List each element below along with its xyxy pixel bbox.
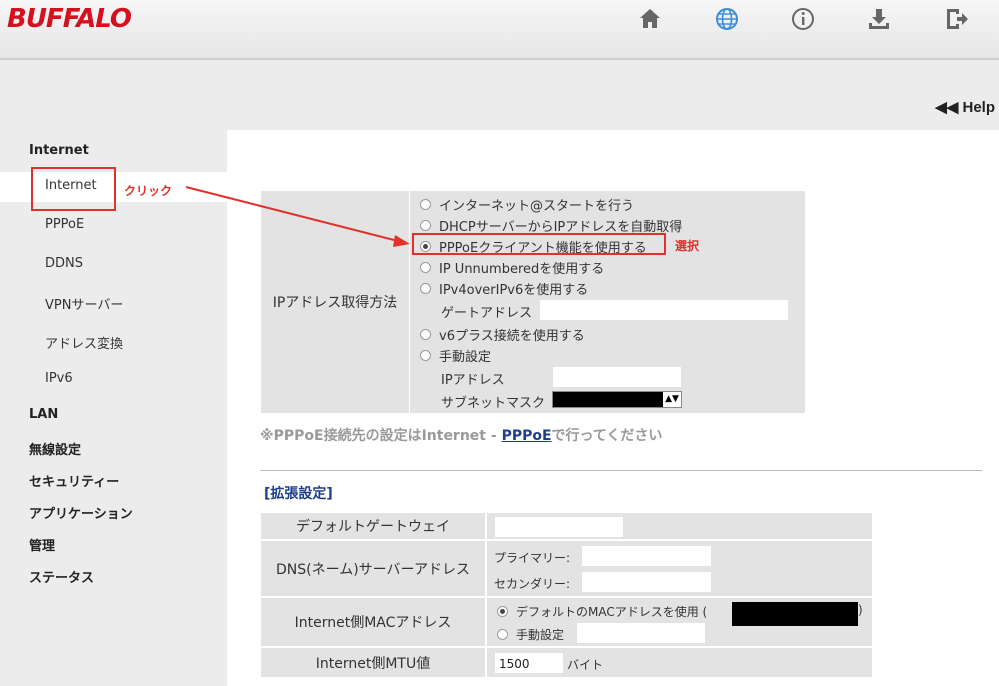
- dns-secondary-label: セカンダリー:: [494, 577, 571, 591]
- radio-manual[interactable]: [420, 350, 431, 361]
- ip-address-label: IPアドレス: [441, 373, 505, 388]
- option-ip-unnumbered[interactable]: IP Unnumberedを使用する: [420, 258, 604, 277]
- radio-ip-unnumbered[interactable]: [420, 262, 431, 273]
- option-mac-manual[interactable]: 手動設定: [497, 626, 564, 643]
- radio-mac-manual[interactable]: [497, 629, 508, 640]
- sidebar-item-ddns[interactable]: DDNS: [45, 256, 83, 271]
- click-highlight-box: [31, 167, 116, 211]
- pppoe-link[interactable]: PPPoE: [502, 428, 552, 444]
- info-icon[interactable]: [790, 6, 816, 32]
- section-divider: [260, 470, 982, 471]
- download-icon[interactable]: [866, 6, 892, 32]
- ip-address-input[interactable]: [552, 366, 682, 388]
- option-v6-plus[interactable]: v6プラス接続を使用する: [420, 325, 585, 344]
- mac-close-paren: ): [858, 603, 863, 617]
- radio-mac-default[interactable]: [497, 606, 508, 617]
- subnet-mask-select[interactable]: ▲▼: [552, 391, 682, 408]
- dns-primary-label: プライマリー:: [494, 551, 571, 565]
- globe-icon[interactable]: [714, 6, 740, 32]
- click-annotation: クリック: [124, 184, 173, 198]
- dns-primary-input[interactable]: [581, 545, 712, 567]
- gateway-address-label: ゲートアドレス: [441, 306, 533, 321]
- mtu-input[interactable]: 1500: [494, 652, 564, 674]
- help-link[interactable]: ◀◀ Help: [935, 98, 995, 116]
- select-arrows-icon: ▲▼: [663, 392, 681, 407]
- sidebar-item-ipv6[interactable]: IPv6: [45, 371, 73, 386]
- radio-internet-start[interactable]: [420, 199, 431, 210]
- select-annotation: 選択: [675, 239, 700, 253]
- top-header: BUFFALO: [0, 0, 999, 60]
- mtu-unit: バイト: [567, 658, 604, 672]
- sidebar-item-address-translation[interactable]: アドレス変換: [45, 333, 123, 352]
- radio-v6-plus[interactable]: [420, 329, 431, 340]
- buffalo-logo: BUFFALO: [7, 4, 132, 34]
- sidebar-section-internet[interactable]: Internet: [29, 143, 89, 158]
- home-icon[interactable]: [637, 6, 663, 32]
- option-manual[interactable]: 手動設定: [420, 346, 491, 365]
- redacted-mac: [732, 602, 858, 626]
- subnet-mask-label: サブネットマスク: [441, 396, 546, 411]
- sidebar-item-application[interactable]: アプリケーション: [29, 503, 133, 522]
- pppoe-note: ※PPPoE接続先の設定はInternet - PPPoEで行ってください: [260, 428, 663, 444]
- default-gateway-input[interactable]: [494, 516, 624, 538]
- logout-icon[interactable]: [944, 6, 970, 32]
- ip-method-label: IPアドレス取得方法: [261, 191, 410, 413]
- extended-settings-title: [拡張設定]: [264, 486, 333, 502]
- sidebar-item-lan[interactable]: LAN: [29, 407, 58, 422]
- sidebar-item-security[interactable]: セキュリティー: [29, 471, 119, 490]
- option-ipv4-over-ipv6[interactable]: IPv4overIPv6を使用する: [420, 279, 588, 298]
- sidebar-item-status[interactable]: ステータス: [29, 567, 94, 586]
- radio-dhcp[interactable]: [420, 220, 431, 231]
- sidebar-item-admin[interactable]: 管理: [29, 535, 55, 554]
- select-highlight-box: [412, 233, 666, 255]
- dns-secondary-input[interactable]: [581, 571, 712, 593]
- sidebar-item-pppoe[interactable]: PPPoE: [45, 217, 84, 232]
- sidebar-item-wireless[interactable]: 無線設定: [29, 439, 81, 458]
- option-internet-start[interactable]: インターネット@スタートを行う: [420, 195, 634, 214]
- mac-manual-input[interactable]: [576, 622, 706, 644]
- sidebar-item-vpn-server[interactable]: VPNサーバー: [45, 294, 123, 313]
- option-mac-default[interactable]: デフォルトのMACアドレスを使用 (: [497, 603, 707, 620]
- radio-ipv4-over-ipv6[interactable]: [420, 283, 431, 294]
- gateway-address-input[interactable]: [539, 299, 789, 321]
